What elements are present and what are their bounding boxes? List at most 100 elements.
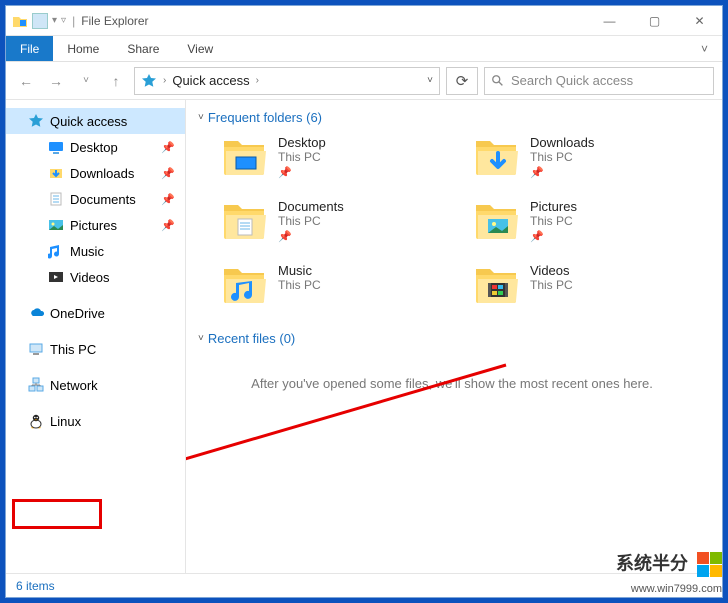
back-button[interactable]: ←	[14, 69, 38, 93]
ribbon: File Home Share View ˅	[6, 36, 722, 62]
folder-music[interactable]: MusicThis PC	[222, 263, 454, 309]
sidebar-item-network[interactable]: Network	[6, 372, 185, 398]
music-folder-icon	[222, 263, 268, 309]
folder-desktop[interactable]: DesktopThis PC 📌	[222, 135, 454, 181]
refresh-button[interactable]: ⟳	[446, 67, 478, 95]
sidebar-item-desktop[interactable]: Desktop 📌	[6, 134, 185, 160]
recent-locations-button[interactable]: ˅	[74, 69, 98, 93]
recent-files-empty: After you've opened some files, we'll sh…	[198, 356, 706, 391]
annotation-highlight	[12, 499, 102, 529]
forward-button[interactable]: →	[44, 69, 68, 93]
search-input[interactable]: Search Quick access	[484, 67, 714, 95]
frequent-folders-label: Frequent folders (6)	[208, 110, 322, 125]
sidebar-item-label: Network	[50, 378, 98, 393]
sidebar-item-label: Desktop	[70, 140, 118, 155]
address-dropdown-icon[interactable]: ˅	[427, 75, 433, 86]
pin-icon: 📌	[278, 230, 344, 243]
documents-folder-icon	[222, 199, 268, 245]
videos-folder-icon	[474, 263, 520, 309]
folder-videos[interactable]: VideosThis PC	[474, 263, 706, 309]
breadcrumb[interactable]: Quick access	[172, 73, 249, 88]
sidebar-item-quick-access[interactable]: Quick access	[6, 108, 185, 134]
folder-documents[interactable]: DocumentsThis PC📌	[222, 199, 454, 245]
sidebar-item-label: Downloads	[70, 166, 134, 181]
downloads-icon	[48, 165, 64, 181]
pin-icon: 📌	[161, 193, 175, 206]
thispc-icon	[28, 341, 44, 357]
ribbon-expand-icon[interactable]: ˅	[687, 36, 722, 61]
chevron-down-icon: ˅	[198, 333, 204, 344]
folder-name: Pictures	[530, 199, 577, 214]
sidebar-item-music[interactable]: Music	[6, 238, 185, 264]
linux-icon	[28, 413, 44, 429]
folder-name: Downloads	[530, 135, 594, 150]
file-explorer-window: ▾ ▿ | File Explorer — ▢ ✕ File Home Shar…	[5, 5, 723, 598]
breadcrumb-sep-icon[interactable]: ›	[256, 75, 259, 86]
folder-location: This PC	[530, 214, 577, 228]
frequent-folders-header[interactable]: ˅ Frequent folders (6)	[198, 110, 706, 125]
folder-location: This PC	[278, 214, 344, 228]
sidebar-item-label: Quick access	[50, 114, 127, 129]
title-bar: ▾ ▿ | File Explorer — ▢ ✕	[6, 6, 722, 36]
folder-downloads[interactable]: DownloadsThis PC📌	[474, 135, 706, 181]
sidebar-item-label: OneDrive	[50, 306, 105, 321]
music-icon	[48, 243, 64, 259]
sidebar-item-linux[interactable]: Linux	[6, 408, 185, 434]
search-icon	[491, 74, 505, 88]
minimize-button[interactable]: —	[587, 6, 632, 36]
folder-location: This PC	[530, 278, 573, 292]
tab-view[interactable]: View	[173, 36, 227, 61]
sidebar-item-pictures[interactable]: Pictures 📌	[6, 212, 185, 238]
onedrive-icon	[28, 305, 44, 321]
desktop-icon	[48, 139, 64, 155]
sidebar-item-this-pc[interactable]: This PC	[6, 336, 185, 362]
qat-dropdown-icon[interactable]: ▾	[52, 15, 57, 26]
documents-icon	[48, 191, 64, 207]
pin-icon: 📌	[161, 219, 175, 232]
file-tab[interactable]: File	[6, 36, 53, 61]
tab-share[interactable]: Share	[113, 36, 173, 61]
pictures-folder-icon	[474, 199, 520, 245]
folder-name: Music	[278, 263, 321, 278]
search-placeholder: Search Quick access	[511, 73, 633, 88]
up-button[interactable]: ↑	[104, 69, 128, 93]
window-title: File Explorer	[81, 14, 148, 28]
breadcrumb-sep-icon: ›	[163, 75, 166, 86]
pin-icon: 📌	[530, 166, 594, 179]
folder-pictures[interactable]: PicturesThis PC 📌	[474, 199, 706, 245]
sidebar-item-videos[interactable]: Videos	[6, 264, 185, 290]
item-count: 6 items	[16, 579, 55, 593]
recent-files-label: Recent files (0)	[208, 331, 295, 346]
videos-icon	[48, 269, 64, 285]
sidebar-item-label: This PC	[50, 342, 96, 357]
folder-name: Desktop	[278, 135, 326, 150]
sidebar-item-label: Documents	[70, 192, 136, 207]
folder-location: This PC	[278, 150, 326, 164]
qat-overflow-icon[interactable]: ▿	[61, 15, 66, 26]
tab-home[interactable]: Home	[53, 36, 113, 61]
sidebar-item-downloads[interactable]: Downloads📌	[6, 160, 185, 186]
navigation-pane: Quick accessDesktop📌Downloads📌Documents📌…	[6, 100, 186, 573]
content-pane: ˅ Frequent folders (6) DesktopThis PC📌Do…	[186, 100, 722, 573]
pictures-icon	[48, 217, 64, 233]
qat-button[interactable]	[32, 13, 48, 29]
desktop-folder-icon	[222, 135, 268, 181]
star-icon	[28, 113, 44, 129]
pin-icon: 📌	[161, 141, 175, 154]
file-explorer-icon	[12, 13, 28, 29]
downloads-folder-icon	[474, 135, 520, 181]
folder-name: Videos	[530, 263, 573, 278]
network-icon	[28, 377, 44, 393]
pin-icon: 📌	[530, 230, 577, 243]
address-bar[interactable]: › Quick access › ˅	[134, 67, 440, 95]
sidebar-item-label: Linux	[50, 414, 81, 429]
sidebar-item-label: Pictures	[70, 218, 117, 233]
title-separator: |	[72, 14, 75, 28]
star-icon	[141, 73, 157, 89]
close-button[interactable]: ✕	[677, 6, 722, 36]
sidebar-item-onedrive[interactable]: OneDrive	[6, 300, 185, 326]
recent-files-header[interactable]: ˅ Recent files (0)	[198, 331, 706, 346]
sidebar-item-documents[interactable]: Documents 📌	[6, 186, 185, 212]
pin-icon: 📌	[278, 166, 326, 179]
maximize-button[interactable]: ▢	[632, 6, 677, 36]
